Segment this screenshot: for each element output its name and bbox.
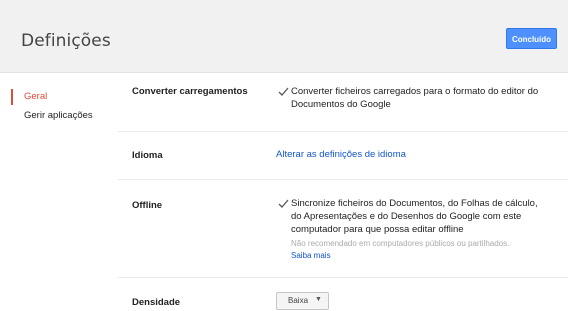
offline-option-line-2: do Apresentações e do Desenhos do Google…: [291, 211, 522, 222]
page-title: Definições: [21, 31, 111, 51]
row-divider: [118, 131, 568, 132]
offline-hint-text: Não recomendado em computadores públicos…: [291, 239, 510, 248]
density-select[interactable]: Baixa ▼: [276, 292, 329, 310]
change-language-link[interactable]: Alterar as definições de idioma: [276, 149, 406, 160]
sidebar-item-manage-apps[interactable]: Gerir aplicações: [11, 108, 93, 124]
offline-option-line-1: Sincronize ficheiros do Documentos, do F…: [291, 198, 538, 209]
row-divider: [118, 179, 568, 180]
offline-option-line-3: computador para que possa editar offline: [291, 224, 464, 235]
convert-option-line-2: Documentos do Google: [291, 99, 391, 110]
offline-label: Offline: [132, 200, 163, 211]
row-divider: [118, 277, 568, 278]
convert-option-text: Converter ficheiros carregados para o fo…: [291, 85, 551, 111]
convert-option-line-1: Converter ficheiros carregados para o fo…: [291, 86, 539, 97]
sidebar-item-general[interactable]: Geral: [11, 89, 47, 105]
offline-checkbox-check-icon[interactable]: [278, 199, 289, 209]
chevron-down-icon: ▼: [315, 296, 322, 303]
density-selected-value: Baixa: [288, 296, 309, 305]
convert-checkbox-check-icon[interactable]: [278, 87, 289, 97]
offline-option-text: Sincronize ficheiros do Documentos, do F…: [291, 197, 556, 236]
convert-uploads-label: Converter carregamentos: [132, 86, 248, 97]
density-label: Densidade: [132, 297, 181, 308]
language-label: Idioma: [132, 150, 163, 161]
done-button[interactable]: Concluído: [506, 28, 557, 49]
settings-header: Definições Concluído: [0, 0, 568, 73]
learn-more-link[interactable]: Saiba mais: [291, 251, 331, 260]
